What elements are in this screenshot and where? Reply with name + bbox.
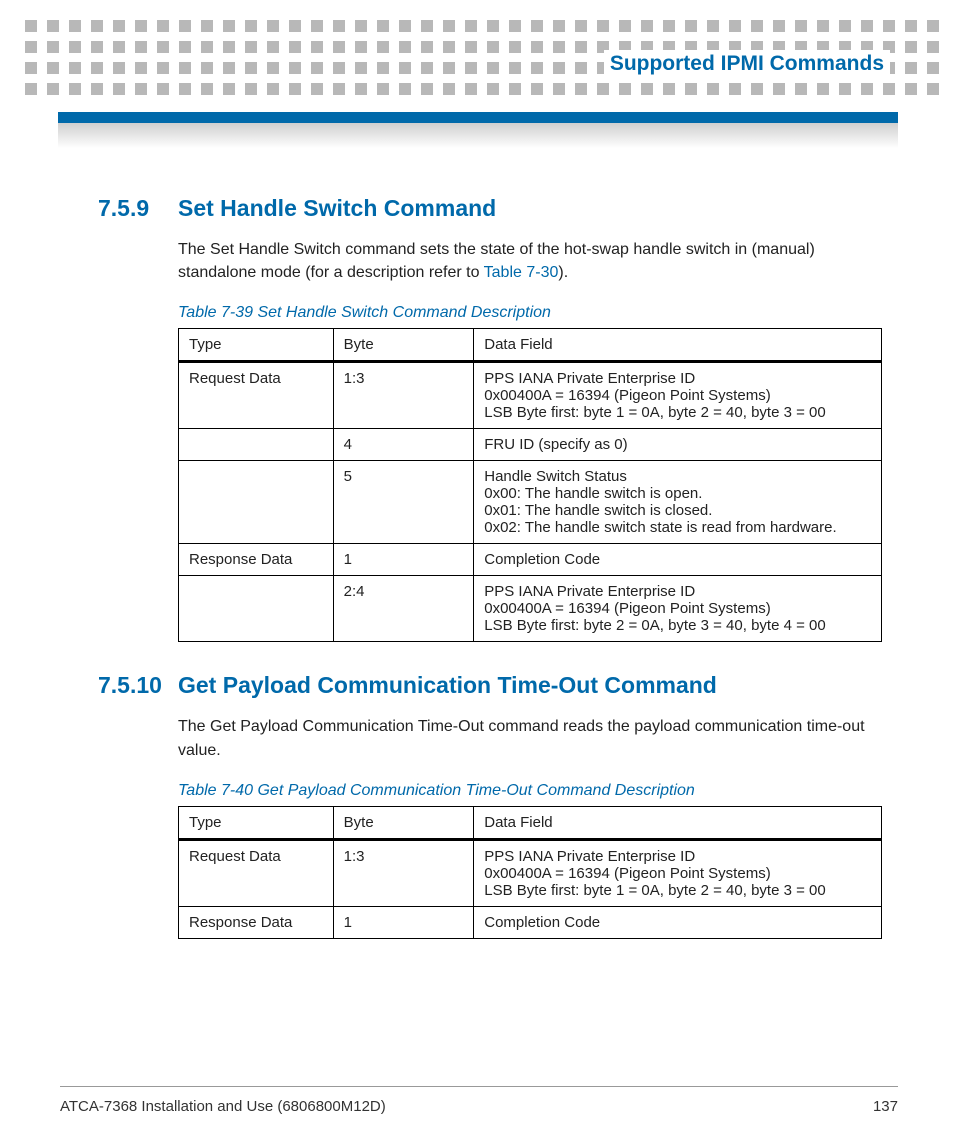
col-header-datafield: Data Field	[474, 329, 882, 362]
col-header-type: Type	[179, 329, 334, 362]
footer-doc-title: ATCA-7368 Installation and Use (6806800M…	[60, 1098, 386, 1115]
section-number: 7.5.9	[98, 195, 178, 222]
section-heading: 7.5.10 Get Payload Communication Time-Ou…	[98, 672, 882, 699]
page-content: 7.5.9 Set Handle Switch Command The Set …	[98, 185, 882, 969]
cell-type: Request Data	[179, 839, 334, 906]
table-caption: Table 7-39 Set Handle Switch Command Des…	[178, 304, 882, 322]
table-row: 2:4 PPS IANA Private Enterprise ID 0x004…	[179, 576, 882, 642]
cell-byte: 1:3	[333, 839, 474, 906]
table-row: Request Data 1:3 PPS IANA Private Enterp…	[179, 839, 882, 906]
table-header-row: Type Byte Data Field	[179, 806, 882, 839]
col-header-byte: Byte	[333, 806, 474, 839]
intro-text-post: ).	[558, 264, 568, 281]
section-heading: 7.5.9 Set Handle Switch Command	[98, 195, 882, 222]
table-row: 5 Handle Switch Status 0x00: The handle …	[179, 461, 882, 544]
table-row: Response Data 1 Completion Code	[179, 544, 882, 576]
page-footer: ATCA-7368 Installation and Use (6806800M…	[60, 1098, 898, 1115]
cell-byte: 1	[333, 544, 474, 576]
cell-type	[179, 461, 334, 544]
cell-type	[179, 429, 334, 461]
col-header-datafield: Data Field	[474, 806, 882, 839]
cell-data: Completion Code	[474, 544, 882, 576]
header-blue-bar	[58, 112, 898, 123]
cell-byte: 5	[333, 461, 474, 544]
cell-byte: 2:4	[333, 576, 474, 642]
cell-type	[179, 576, 334, 642]
cell-byte: 1	[333, 906, 474, 938]
section-intro: The Set Handle Switch command sets the s…	[178, 238, 882, 284]
footer-page-number: 137	[873, 1098, 898, 1115]
cell-data: PPS IANA Private Enterprise ID 0x00400A …	[474, 362, 882, 429]
cell-data: Handle Switch Status 0x00: The handle sw…	[474, 461, 882, 544]
cell-data: FRU ID (specify as 0)	[474, 429, 882, 461]
cell-data: PPS IANA Private Enterprise ID 0x00400A …	[474, 576, 882, 642]
header-gradient	[58, 123, 898, 148]
table-row: Request Data 1:3 PPS IANA Private Enterp…	[179, 362, 882, 429]
command-table: Type Byte Data Field Request Data 1:3 PP…	[178, 806, 882, 939]
col-header-type: Type	[179, 806, 334, 839]
cell-data: PPS IANA Private Enterprise ID 0x00400A …	[474, 839, 882, 906]
col-header-byte: Byte	[333, 329, 474, 362]
cross-reference-link[interactable]: Table 7-30	[484, 264, 559, 281]
table-header-row: Type Byte Data Field	[179, 329, 882, 362]
section-title: Set Handle Switch Command	[178, 195, 496, 222]
section-number: 7.5.10	[98, 672, 178, 699]
cell-byte: 1:3	[333, 362, 474, 429]
table-row: Response Data 1 Completion Code	[179, 906, 882, 938]
cell-byte: 4	[333, 429, 474, 461]
section-intro: The Get Payload Communication Time-Out c…	[178, 715, 882, 761]
table-row: 4 FRU ID (specify as 0)	[179, 429, 882, 461]
cell-type: Response Data	[179, 544, 334, 576]
table-caption: Table 7-40 Get Payload Communication Tim…	[178, 782, 882, 800]
footer-rule	[60, 1086, 898, 1087]
section-title: Get Payload Communication Time-Out Comma…	[178, 672, 717, 699]
cell-type: Response Data	[179, 906, 334, 938]
intro-text: The Get Payload Communication Time-Out c…	[178, 718, 865, 758]
chapter-title: Supported IPMI Commands	[604, 50, 890, 78]
cell-data: Completion Code	[474, 906, 882, 938]
cell-type: Request Data	[179, 362, 334, 429]
command-table: Type Byte Data Field Request Data 1:3 PP…	[178, 328, 882, 642]
